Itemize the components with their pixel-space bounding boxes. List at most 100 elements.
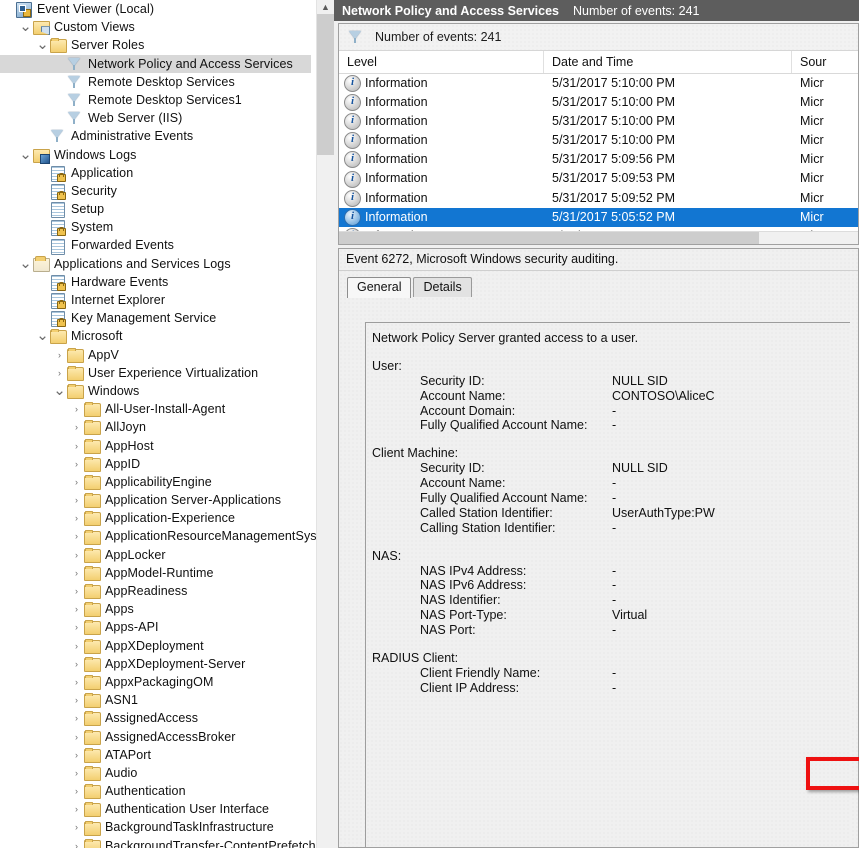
tree-item[interactable]: ›ApplicabilityEngine [0,473,334,491]
tree-item[interactable]: ›AppHost [0,437,334,455]
table-row[interactable]: Information5/31/2017 5:05:52 PMMicr [339,208,858,227]
tree-item[interactable]: ›Application Server-Applications [0,491,334,509]
chevron-right-icon[interactable]: › [70,728,83,746]
tree-item[interactable]: Security [0,182,334,200]
chevron-right-icon[interactable]: › [70,546,83,564]
tree-item[interactable]: Application [0,164,334,182]
table-row[interactable]: Information5/31/2017 5:09:56 PMMicr [339,150,858,169]
chevron-right-icon[interactable]: › [70,655,83,673]
event-list-horizontal-scrollbar[interactable] [339,231,858,244]
table-row[interactable]: Information5/31/2017 5:10:00 PMMicr [339,112,858,131]
tree-vertical-scrollbar[interactable]: ▲ [316,0,334,848]
chevron-right-icon[interactable]: › [70,782,83,800]
tree-item[interactable]: ›AssignedAccessBroker [0,728,334,746]
tree-item[interactable]: Remote Desktop Services1 [0,91,334,109]
tree-item[interactable]: ›Audio [0,764,334,782]
chevron-right-icon[interactable]: › [70,564,83,582]
chevron-right-icon[interactable]: › [70,528,83,546]
chevron-right-icon[interactable]: › [70,691,83,709]
chevron-down-icon[interactable]: ⌄ [36,36,49,54]
tree-item[interactable]: ›AppXDeployment-Server [0,655,334,673]
chevron-right-icon[interactable]: › [70,746,83,764]
tree-item[interactable]: ›AppV [0,346,334,364]
chevron-right-icon[interactable]: › [70,600,83,618]
column-header-date-and-time[interactable]: Date and Time [544,51,792,73]
chevron-right-icon[interactable]: › [70,582,83,600]
tree-item[interactable]: ›ASN1 [0,691,334,709]
tree-item[interactable]: ›All-User-Install-Agent [0,400,334,418]
tree-item[interactable]: Remote Desktop Services [0,73,334,91]
tree-item[interactable]: Hardware Events [0,273,334,291]
tree-item[interactable]: Forwarded Events [0,236,334,254]
tree-item[interactable]: Event Viewer (Local) [0,0,334,18]
table-row[interactable]: Information5/31/2017 5:10:00 PMMicr [339,93,858,112]
tree-item[interactable]: ›AssignedAccess [0,709,334,727]
chevron-right-icon[interactable]: › [53,346,66,364]
tree-item[interactable]: ⌄Windows Logs [0,146,334,164]
chevron-right-icon[interactable]: › [70,819,83,837]
table-row[interactable]: Information5/31/2017 5:10:00 PMMicr [339,74,858,93]
chevron-down-icon[interactable]: ⌄ [19,18,32,36]
tree-item[interactable]: ⌄Custom Views [0,18,334,36]
scrollbar-thumb[interactable] [317,14,334,155]
tree-item[interactable]: Web Server (IIS) [0,109,334,127]
tree-item[interactable]: ⌄Server Roles [0,36,334,54]
chevron-right-icon[interactable]: › [70,437,83,455]
tree-item[interactable]: ›AppLocker [0,546,334,564]
tree-item[interactable]: ⌄Microsoft [0,327,334,345]
column-header-source[interactable]: Sour [792,51,859,73]
chevron-right-icon[interactable]: › [70,491,83,509]
navigation-tree[interactable]: Event Viewer (Local)⌄Custom Views⌄Server… [0,0,334,848]
chevron-down-icon[interactable]: ⌄ [19,146,32,164]
tree-item[interactable]: ›AppModel-Runtime [0,564,334,582]
tree-item[interactable]: ›AppReadiness [0,582,334,600]
tab-details[interactable]: Details [413,277,471,297]
tree-item[interactable]: Administrative Events [0,127,334,145]
tree-item[interactable]: ›ApplicationResourceManagementSystem [0,527,334,545]
filter-summary-row[interactable]: Number of events: 241 [339,24,858,51]
scrollbar-thumb[interactable] [339,232,759,244]
tree-item[interactable]: ›Authentication [0,782,334,800]
table-row[interactable]: Information5/31/2017 5:10:00 PMMicr [339,131,858,150]
chevron-right-icon[interactable]: › [70,400,83,418]
event-general-description[interactable]: Network Policy Server granted access to … [365,322,850,848]
column-header-level[interactable]: Level [339,51,544,73]
chevron-right-icon[interactable]: › [70,455,83,473]
tree-item[interactable]: ›BackgroundTransfer-ContentPrefetcher [0,837,334,848]
tree-item[interactable]: ⌄Applications and Services Logs [0,255,334,273]
chevron-right-icon[interactable]: › [70,509,83,527]
chevron-right-icon[interactable]: › [70,418,83,436]
tree-item[interactable]: ›Apps [0,600,334,618]
tree-item[interactable]: ›Authentication User Interface [0,800,334,818]
scroll-up-arrow-icon[interactable]: ▲ [317,0,334,14]
chevron-right-icon[interactable]: › [70,837,83,848]
tree-item[interactable]: System [0,218,334,236]
tree-item[interactable]: Internet Explorer [0,291,334,309]
chevron-right-icon[interactable]: › [53,364,66,382]
tree-item[interactable]: ›AppxPackagingOM [0,673,334,691]
chevron-right-icon[interactable]: › [70,673,83,691]
chevron-right-icon[interactable]: › [70,800,83,818]
tab-general[interactable]: General [347,277,411,298]
chevron-right-icon[interactable]: › [70,618,83,636]
tree-item[interactable]: Setup [0,200,334,218]
tree-item[interactable]: ›Application-Experience [0,509,334,527]
chevron-right-icon[interactable]: › [70,473,83,491]
tree-item[interactable]: ›User Experience Virtualization [0,364,334,382]
tree-item[interactable]: ›AllJoyn [0,418,334,436]
table-row[interactable]: Information5/31/2017 5:09:52 PMMicr [339,189,858,208]
chevron-right-icon[interactable]: › [70,709,83,727]
chevron-down-icon[interactable]: ⌄ [53,382,66,400]
tree-item[interactable]: Key Management Service [0,309,334,327]
chevron-right-icon[interactable]: › [70,764,83,782]
tree-item[interactable]: ›AppXDeployment [0,637,334,655]
table-row[interactable]: Information5/31/2017 5:09:53 PMMicr [339,169,858,188]
chevron-down-icon[interactable]: ⌄ [36,327,49,345]
tree-item[interactable]: ›BackgroundTaskInfrastructure [0,818,334,836]
tree-item[interactable]: ›ATAPort [0,746,334,764]
tree-item[interactable]: Network Policy and Access Services [0,55,311,73]
tree-item[interactable]: ›AppID [0,455,334,473]
chevron-right-icon[interactable]: › [70,637,83,655]
chevron-down-icon[interactable]: ⌄ [19,255,32,273]
tree-item[interactable]: ›Apps-API [0,618,334,636]
